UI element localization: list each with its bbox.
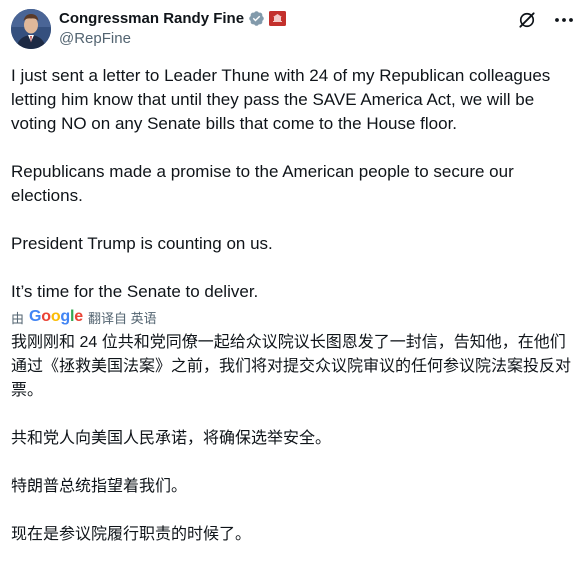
translated-text: 我刚刚和 24 位共和党同僚一起给众议院议长图恩发了一封信，告知他，在他们通过《… <box>11 331 577 547</box>
translated-paragraph: 现在是参议院履行职责的时候了。 <box>11 526 252 543</box>
tweet-header: Congressman Randy Fine @RepFine <box>11 9 575 49</box>
avatar[interactable] <box>11 9 51 49</box>
tweet-paragraph: I just sent a letter to Leader Thune wit… <box>11 66 551 133</box>
verified-badge-icon <box>249 11 264 26</box>
translated-paragraph: 共和党人向美国人民承诺，将确保选举安全。 <box>11 430 332 447</box>
tweet-paragraph: President Trump is counting on us. <box>11 234 273 253</box>
translation-by-label: 由 <box>11 310 25 326</box>
tweet-text: I just sent a letter to Leader Thune wit… <box>11 64 577 304</box>
tweet-paragraph: It’s time for the Senate to deliver. <box>11 282 259 301</box>
translated-from-link[interactable]: 翻译自 英语 <box>88 308 157 327</box>
translated-paragraph: 特朗普总统指望着我们。 <box>11 478 188 495</box>
more-options-icon[interactable] <box>553 10 575 30</box>
google-logo: Google <box>29 308 83 325</box>
avatar-photo-icon <box>11 9 51 49</box>
grok-icon[interactable] <box>517 10 537 30</box>
author-name[interactable]: Congressman Randy Fine <box>59 10 244 27</box>
house-seal-icon <box>269 11 287 26</box>
translation-attribution: 由 Google 翻译自 英语 <box>11 306 157 328</box>
author-handle[interactable]: @RepFine <box>59 30 131 47</box>
translated-paragraph: 我刚刚和 24 位共和党同僚一起给众议院议长图恩发了一封信，告知他，在他们通过《… <box>11 334 572 399</box>
tweet-paragraph: Republicans made a promise to the Americ… <box>11 162 514 205</box>
